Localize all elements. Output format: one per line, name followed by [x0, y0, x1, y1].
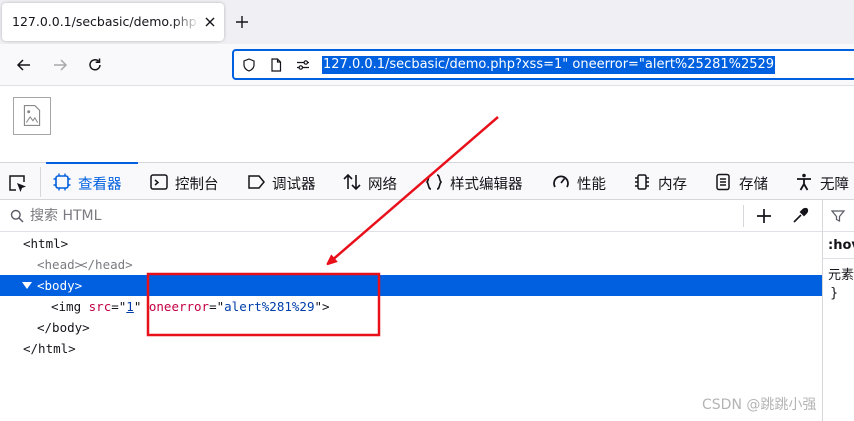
rules-divider	[823, 258, 854, 259]
back-arrow-icon[interactable]	[15, 56, 33, 74]
rules-filter-bar[interactable]	[823, 200, 854, 232]
tab-network-label: 网络	[368, 177, 397, 193]
broken-image-icon	[13, 97, 51, 135]
rules-panel: :hov 元素 }	[822, 200, 854, 421]
page-icon[interactable]	[269, 58, 283, 72]
tree-node-html-close[interactable]: </html>	[0, 338, 822, 359]
devtools-toolbar: 查看器 控制台 调试器 网络 样式编辑器 性能 内存 存储 无障	[0, 162, 854, 200]
style-editor-icon	[425, 174, 443, 190]
permissions-icon[interactable]	[296, 58, 310, 72]
browser-tab[interactable]: 127.0.0.1/secbasic/demo.php?xss=1" oneer…	[2, 3, 224, 41]
element-rule-label: 元素	[828, 268, 854, 283]
url-text[interactable]: 127.0.0.1/secbasic/demo.php?xss=1" oneer…	[322, 56, 776, 74]
tab-performance[interactable]: 性能	[545, 163, 623, 200]
img-open-tag: <img	[51, 299, 82, 314]
storage-icon	[716, 173, 730, 191]
tab-inspector-label: 查看器	[78, 177, 122, 193]
eyedropper-icon[interactable]	[791, 207, 809, 225]
tab-debugger[interactable]: 调试器	[240, 163, 332, 200]
tab-storage[interactable]: 存储	[707, 163, 787, 200]
close-icon[interactable]	[203, 15, 217, 29]
img-close-bracket: >	[322, 299, 330, 314]
tab-style-editor-label: 样式编辑器	[450, 177, 523, 193]
tab-network[interactable]: 网络	[336, 163, 414, 200]
new-tab-icon[interactable]	[234, 14, 250, 30]
tree-node-body[interactable]: <body>	[0, 275, 822, 296]
head-close-tag: </head>	[80, 257, 133, 272]
debugger-icon	[248, 175, 265, 189]
tab-inspector[interactable]: 查看器	[46, 162, 138, 200]
tree-node-html[interactable]: <html>	[0, 233, 822, 254]
tab-debugger-label: 调试器	[272, 177, 316, 193]
inspector-icon	[53, 173, 71, 191]
src-attr-value[interactable]: 1	[126, 299, 134, 314]
search-divider	[743, 205, 744, 227]
search-icon	[10, 209, 24, 223]
toolbar-divider	[40, 167, 41, 197]
tab-accessibility[interactable]: 无障	[788, 163, 854, 200]
rule-close-brace: }	[830, 286, 839, 301]
body-open-tag: <body>	[37, 278, 83, 293]
tab-storage-label: 存储	[739, 177, 768, 193]
expand-triangle-icon[interactable]	[22, 282, 32, 289]
head-open-tag: <head>	[37, 257, 83, 272]
forward-arrow-icon[interactable]	[51, 56, 69, 74]
tree-node-body-close[interactable]: </body>	[0, 317, 822, 338]
tab-performance-label: 性能	[577, 177, 606, 193]
html-open-tag: <html>	[23, 236, 69, 251]
tab-style-editor[interactable]: 样式编辑器	[418, 163, 542, 200]
page-content	[0, 86, 854, 162]
filter-icon[interactable]	[831, 209, 845, 223]
performance-icon	[553, 175, 569, 188]
console-icon	[150, 174, 168, 190]
memory-icon	[635, 174, 649, 190]
tab-console[interactable]: 控制台	[143, 163, 237, 200]
tab-console-label: 控制台	[175, 177, 219, 193]
url-bar[interactable]: 127.0.0.1/secbasic/demo.php?xss=1" oneer…	[232, 49, 854, 80]
search-html-input[interactable]	[30, 206, 730, 226]
navigation-bar: 127.0.0.1/secbasic/demo.php?xss=1" oneer…	[0, 44, 854, 86]
watermark: CSDN @跳跳小强	[702, 397, 817, 413]
tab-accessibility-label: 无障	[820, 177, 849, 193]
tab-title: 127.0.0.1/secbasic/demo.php?xss=1" oneer…	[12, 14, 200, 29]
accessibility-icon	[797, 173, 811, 191]
tree-node-img[interactable]: <img src="1" oneerror="alert%281%29">	[0, 296, 822, 317]
onerror-attr-name[interactable]: oneerror	[149, 299, 209, 314]
html-close-tag: </html>	[23, 341, 76, 356]
shield-icon[interactable]	[242, 58, 256, 72]
network-icon	[343, 173, 361, 191]
markup-search-bar	[0, 200, 822, 232]
element-picker-icon[interactable]	[6, 172, 28, 194]
body-close-tag: </body>	[37, 320, 90, 335]
src-attr-name[interactable]: src	[89, 299, 112, 314]
tab-memory-label: 内存	[658, 177, 687, 193]
pseudo-class-toggle[interactable]: :hov	[828, 238, 854, 253]
add-node-icon[interactable]	[755, 207, 773, 225]
browser-window: 127.0.0.1/secbasic/demo.php?xss=1" oneer…	[0, 0, 854, 421]
tree-node-head[interactable]: <head> </head>	[0, 254, 822, 275]
reload-icon[interactable]	[86, 56, 104, 74]
tab-memory[interactable]: 内存	[626, 163, 704, 200]
onerror-attr-value[interactable]: alert%281%29	[224, 299, 314, 314]
tab-strip: 127.0.0.1/secbasic/demo.php?xss=1" oneer…	[0, 0, 854, 44]
markup-tree: <html> <head> </head> <body> <img src="1…	[0, 232, 822, 421]
